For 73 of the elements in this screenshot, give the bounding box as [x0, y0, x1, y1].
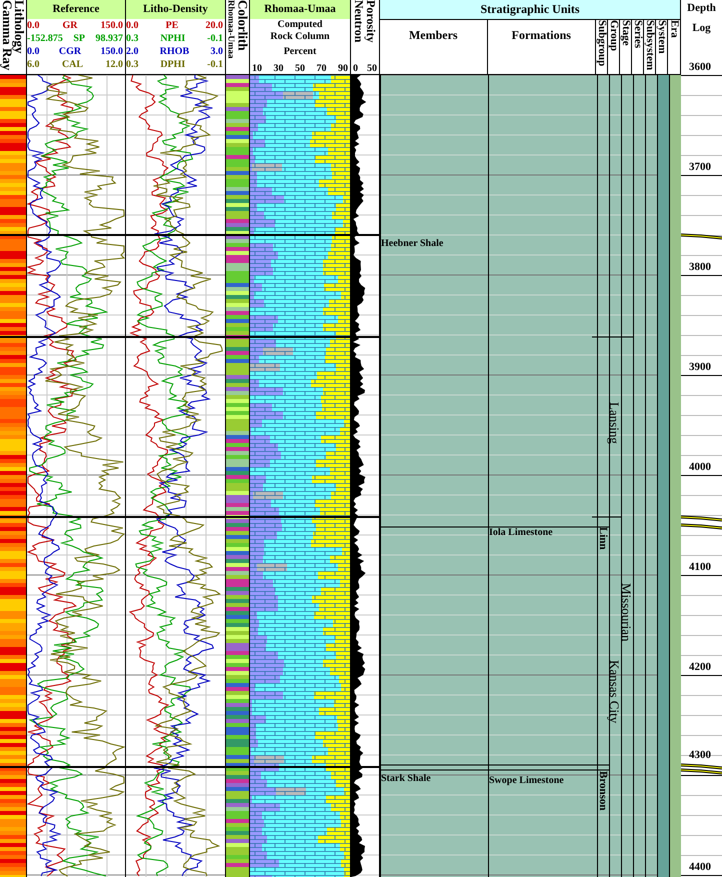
- unit-label: Bronson: [597, 771, 608, 811]
- scale-min: 0.3: [126, 58, 138, 71]
- track-title: Reference: [27, 0, 125, 19]
- scale-max: -0.1: [207, 58, 223, 71]
- column-header: Depth: [687, 1, 716, 15]
- scale-max: -0.1: [207, 32, 223, 45]
- scale-min: 2.0: [126, 45, 138, 58]
- unit-label: Linn: [597, 527, 608, 550]
- track-label: Lithology: [13, 0, 25, 56]
- curve-name: RHOB: [160, 45, 190, 58]
- curve-name: CAL: [62, 58, 84, 71]
- curve-name: CGR: [58, 45, 82, 58]
- scale-max: 12.0: [106, 58, 123, 71]
- depth-label: 4300: [689, 749, 711, 762]
- scale-max: 3.0: [210, 45, 223, 58]
- scale-label: 30: [274, 63, 284, 74]
- track-subtitle: Percent: [282, 46, 318, 58]
- depth-label: 3700: [689, 161, 711, 174]
- curve-name: GR: [62, 19, 78, 32]
- scale-min: 0.0: [27, 19, 40, 32]
- depth-label: 4400: [689, 861, 711, 874]
- scale-label: 0: [353, 63, 358, 74]
- scale-min: 0.0: [27, 45, 40, 58]
- unit-label: Kansas City: [609, 660, 620, 724]
- track-label: Rhomaa-Umaa: [226, 0, 236, 60]
- scale-label: 50: [367, 63, 377, 74]
- unit-label: Swope Limestone: [489, 775, 564, 786]
- depth-label: 4100: [689, 561, 711, 574]
- curve-name: SP: [73, 32, 85, 45]
- section-title: Stratigraphic Units: [380, 0, 680, 20]
- unit-label: Missourian: [621, 583, 632, 642]
- scale-max: 150.0: [100, 45, 123, 58]
- scale-max: 20.0: [206, 19, 223, 32]
- track-title: Litho-Density: [126, 0, 225, 19]
- scale-label: 10: [252, 63, 262, 74]
- track-label: Neutron: [353, 0, 365, 44]
- scale-max: 98.937: [95, 32, 123, 45]
- curve-name: DPHI: [160, 58, 186, 71]
- depth-label: 3600: [689, 61, 711, 74]
- unit-label: Iola Limestone: [489, 527, 553, 538]
- track-title: Rhomaa-Umaa: [250, 0, 350, 19]
- column-header: Log: [692, 21, 711, 35]
- column-header: Era: [668, 20, 680, 38]
- curve-name: PE: [166, 19, 178, 32]
- unit-label: Heebner Shale: [381, 238, 444, 249]
- depth-label: 3900: [689, 361, 711, 374]
- scale-min: 0.3: [126, 32, 138, 45]
- column-header: Subsystem: [644, 20, 656, 70]
- depth-label: 4000: [689, 461, 711, 474]
- unit-label: Stark Shale: [381, 773, 431, 784]
- track-label: Porosity: [365, 0, 377, 44]
- column-header: Group: [608, 20, 620, 51]
- scale-min: 0.0: [126, 19, 138, 32]
- unit-label: Lansing: [609, 402, 620, 444]
- scale-min: 6.0: [27, 58, 40, 71]
- column-header: Members: [408, 28, 458, 43]
- column-header: Formations: [512, 28, 571, 43]
- depth-label: 3800: [689, 261, 711, 274]
- track-subtitle: Rock Column: [269, 31, 331, 43]
- scale-min: -152.875: [27, 32, 63, 45]
- column-header: Stage: [620, 20, 632, 46]
- track-subtitle: Computed: [276, 19, 324, 31]
- depth-label: 4200: [689, 661, 711, 674]
- column-header: Subgroup: [596, 20, 608, 66]
- track-label: Gamma Ray: [1, 0, 13, 72]
- scale-label: 90: [338, 63, 348, 74]
- column-header: Series: [632, 20, 644, 48]
- track-label: Colorlith: [236, 0, 248, 53]
- scale-label: 70: [316, 63, 326, 74]
- scale-max: 150.0: [100, 19, 123, 32]
- curve-name: NPHI: [160, 32, 186, 45]
- scale-label: 50: [295, 63, 305, 74]
- column-header: System: [656, 20, 668, 54]
